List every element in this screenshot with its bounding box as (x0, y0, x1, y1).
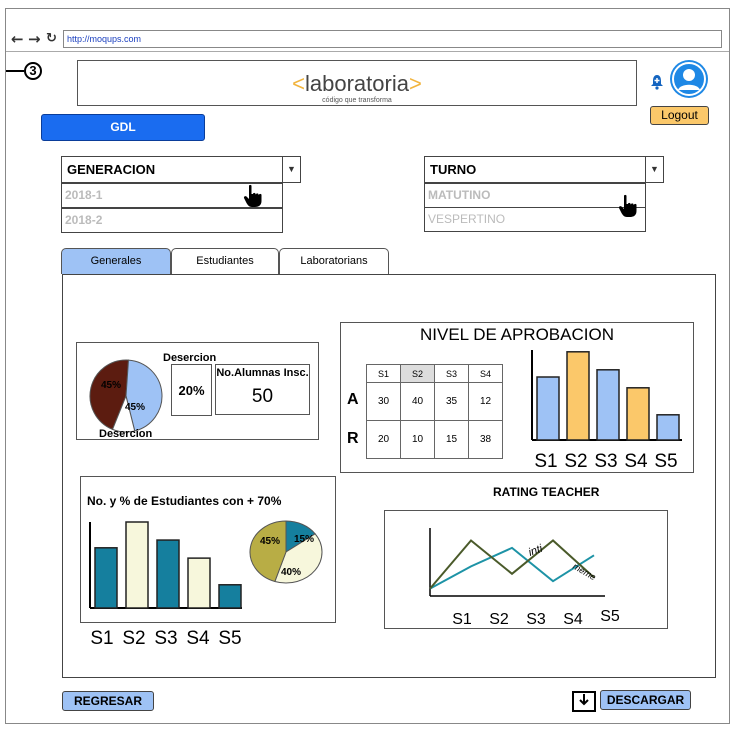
x-tick-label: S2 (122, 628, 145, 649)
bar (626, 387, 650, 441)
bar (125, 521, 149, 609)
generacion-select[interactable]: GENERACION ▼ (61, 156, 301, 183)
desercion-pie-chart: 45% 45% (89, 359, 163, 433)
row-label-r: R (347, 430, 359, 447)
step-marker-line (6, 70, 24, 72)
chevron-down-icon[interactable]: ▼ (645, 157, 663, 182)
x-tick-label: S5 (654, 451, 677, 470)
url-bar[interactable]: http://moqups.com (63, 30, 722, 48)
hand-cursor-icon (618, 194, 638, 224)
alumnas-card: No.Alumnas Insc. 50 (215, 364, 310, 415)
back-icon[interactable]: ← (11, 30, 24, 48)
x-tick-label: S5 (600, 608, 620, 625)
bar (187, 557, 211, 609)
pie-slice-label: 40% (281, 567, 301, 578)
bar (596, 369, 620, 441)
column-header[interactable]: S2 (400, 364, 435, 383)
logout-button[interactable]: Logout (650, 106, 709, 125)
tab-estudiantes[interactable]: Estudiantes (171, 248, 279, 274)
series-label: meme (571, 561, 598, 582)
x-tick-label: S5 (218, 628, 241, 649)
reload-icon[interactable]: ↻ (46, 31, 57, 46)
x-tick-label: S3 (154, 628, 177, 649)
x-tick-label: S2 (489, 611, 509, 628)
logo-tagline: código que transforma (322, 97, 392, 104)
alumnas-value: 50 (251, 386, 274, 407)
row-label-a: A (347, 391, 359, 408)
tab-laboratorians[interactable]: Laboratorians (279, 248, 389, 274)
estudiantes70-pie-chart: 15% 40% 45% (249, 520, 323, 584)
turno-select[interactable]: TURNO ▼ (424, 156, 664, 183)
x-tick-label: S3 (526, 611, 546, 628)
table-cell: 40 (400, 382, 435, 421)
bar (218, 584, 242, 609)
tab-generales[interactable]: Generales (61, 248, 171, 274)
table-row: 20 10 15 38 (366, 420, 503, 459)
bar (536, 376, 560, 441)
table-cell: 10 (400, 420, 435, 459)
x-tick-label: S1 (452, 611, 472, 628)
generacion-label: GENERACION (67, 162, 156, 177)
bar (94, 547, 118, 609)
bar (656, 414, 680, 441)
table-cell: 35 (434, 382, 469, 421)
table-row: 30 40 35 12 (366, 382, 503, 421)
aprobacion-title: NIVEL DE APROBACION (420, 325, 614, 344)
x-tick-label: S3 (594, 451, 617, 470)
bar (566, 351, 590, 441)
column-header[interactable]: S1 (366, 364, 401, 383)
pie-slice-label: 15% (294, 534, 314, 545)
x-tick-label: S4 (563, 611, 583, 628)
turno-label: TURNO (430, 162, 477, 177)
table-cell: 20 (366, 420, 401, 459)
table-cell: 38 (468, 420, 503, 459)
column-header[interactable]: S3 (434, 364, 469, 383)
rating-line-chart: inti meme S1 S2 S3 S4 S5 (429, 528, 620, 628)
x-tick-label: S4 (186, 628, 210, 649)
series-label: inti (527, 543, 545, 559)
aprobacion-bar-chart: S1 S2 S3 S4 S5 (531, 350, 682, 470)
x-tick-label: S2 (564, 451, 587, 470)
download-button[interactable]: DESCARGAR (600, 690, 691, 710)
desercion-label-top: Desercion (163, 352, 217, 364)
column-header[interactable]: S4 (468, 364, 503, 383)
turno-option-1[interactable]: MATUTINO (424, 183, 646, 208)
x-tick-label: S4 (624, 451, 648, 470)
desercion-label-bottom: Desercion (99, 428, 153, 440)
desercion-percent: 20% (171, 364, 212, 416)
table-header-row: S1 S2 S3 S4 (366, 364, 503, 383)
forward-icon[interactable]: → (28, 30, 41, 48)
estudiantes70-bar-chart: S1 S2 S3 S4 S5 (89, 521, 242, 649)
notification-bell-icon[interactable] (650, 74, 664, 93)
table-cell: 30 (366, 382, 401, 421)
estudiantes70-title: No. y % de Estudiantes con + 70% (87, 494, 282, 508)
logo-banner: <laboratoria> código que transforma (77, 60, 637, 106)
turno-option-2[interactable]: VESPERTINO (424, 207, 646, 232)
pie-slice-label: 45% (101, 380, 121, 391)
back-button[interactable]: REGRESAR (62, 691, 154, 711)
rating-title: RATING TEACHER (493, 485, 600, 499)
hand-cursor-icon (243, 184, 263, 214)
step-marker: 3 (24, 62, 42, 80)
bar (156, 539, 180, 609)
pie-slice-label: 45% (260, 536, 280, 547)
chevron-down-icon[interactable]: ▼ (282, 157, 300, 182)
region-gdl-button[interactable]: GDL (41, 114, 205, 141)
x-tick-label: S1 (534, 451, 557, 470)
table-cell: 15 (434, 420, 469, 459)
x-tick-label: S1 (90, 628, 113, 649)
laboratoria-logo: <laboratoria> (292, 71, 422, 96)
table-cell: 12 (468, 382, 503, 421)
download-icon[interactable] (572, 690, 596, 712)
aprobacion-table: S1 S2 S3 S4 30 40 35 12 20 10 15 38 (366, 364, 503, 459)
alumnas-label: No.Alumnas Insc. (216, 367, 309, 379)
pie-slice-label: 45% (125, 402, 145, 413)
user-avatar-icon[interactable] (670, 60, 708, 98)
